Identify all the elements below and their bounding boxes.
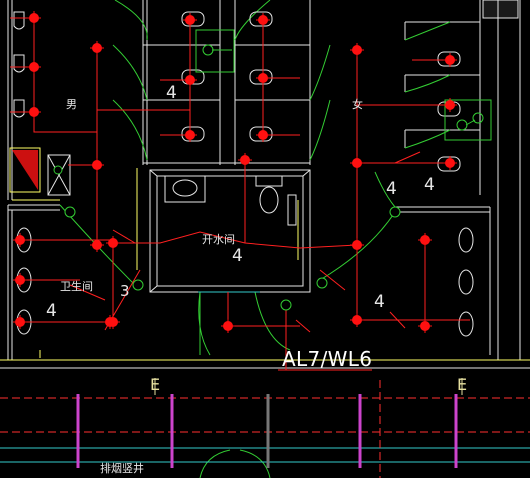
urinal-icon (13, 54, 25, 73)
axis-marks (154, 378, 463, 395)
sitting-toilet-icon (255, 175, 283, 214)
tap-icon (287, 194, 297, 226)
exhaust-fan-icon (195, 29, 235, 73)
wire-count-mark: 4 (166, 83, 177, 103)
wire-count-mark: 3 (120, 282, 130, 300)
wiring (10, 17, 470, 371)
ceiling-lamp-icon (350, 313, 364, 327)
washbasin-icon (164, 175, 206, 203)
ceiling-lamp-icon (90, 158, 104, 172)
partitions (0, 168, 530, 361)
wire-count-mark: 4 (374, 292, 385, 312)
ceiling-lamp-icon (90, 41, 104, 55)
washbasin-icon (458, 227, 474, 253)
ceiling-lamp-icon (27, 105, 41, 119)
ceiling-lamp-icon (13, 233, 27, 247)
switch-icon (389, 206, 401, 218)
wire-count-mark: 4 (232, 246, 243, 266)
switch-icon (64, 206, 76, 218)
room-label-shaft: 排烟竖井 (100, 461, 144, 475)
washbasin-icon (458, 311, 474, 337)
ceiling-lamp-icon (221, 319, 235, 333)
doors (59, 0, 451, 478)
switch-icon (53, 165, 63, 175)
squat-toilets (181, 11, 461, 172)
axis-label-left: E (150, 375, 160, 394)
ceiling-lamp-icon (443, 156, 457, 170)
mop-sink-icon (47, 154, 71, 196)
axis-label-right: E (457, 375, 467, 394)
electrical-floor-plan: 男 女 开水间 卫生间 排烟竖井 AL7/WL6 E E 4 4 4 4 4 4… (0, 0, 530, 478)
ceiling-lamp-icon (350, 156, 364, 170)
ceiling-lamp-icon (256, 71, 270, 85)
wire-count-mark: 4 (424, 175, 435, 195)
ventilators (195, 29, 492, 141)
wire-count-mark: 4 (386, 179, 397, 199)
ceiling-lamp-icon (27, 60, 41, 74)
ceiling-lamp-icon (106, 236, 120, 250)
ceiling-lamp-icon (443, 53, 457, 67)
switch-icon (280, 299, 292, 311)
boiling-water-room-walls (149, 169, 311, 293)
wire-count-mark: 4 (46, 301, 57, 321)
ceiling-lamp-icon (103, 315, 117, 329)
washbasin-icon (458, 269, 474, 295)
ceiling-lamp-icon (418, 319, 432, 333)
distribution-panel-icon (9, 147, 41, 193)
ceiling-lamp-icon (418, 233, 432, 247)
urinal-icon (13, 99, 25, 118)
urinals-men (13, 11, 25, 118)
ceiling-lamp-icon (183, 73, 197, 87)
ceiling-lamp-icon (27, 11, 41, 25)
room-label-washroom: 卫生间 (60, 279, 93, 293)
circuit-label: AL7/WL6 (282, 347, 372, 371)
switch-icon (316, 277, 328, 289)
room-label-women: 女 (352, 97, 363, 111)
ceiling-lamp-icon (13, 273, 27, 287)
urinal-icon (13, 11, 25, 30)
ceiling-lamp-icon (256, 13, 270, 27)
ceiling-lamp-icon (13, 315, 27, 329)
switch-icon (132, 279, 144, 291)
ceiling-lamp-icon (256, 128, 270, 142)
ceiling-lamp-icon (238, 153, 252, 167)
room-label-men: 男 (66, 98, 77, 111)
room-label-boiling-water: 开水间 (202, 233, 235, 246)
ceiling-lamp-icon (350, 43, 364, 57)
